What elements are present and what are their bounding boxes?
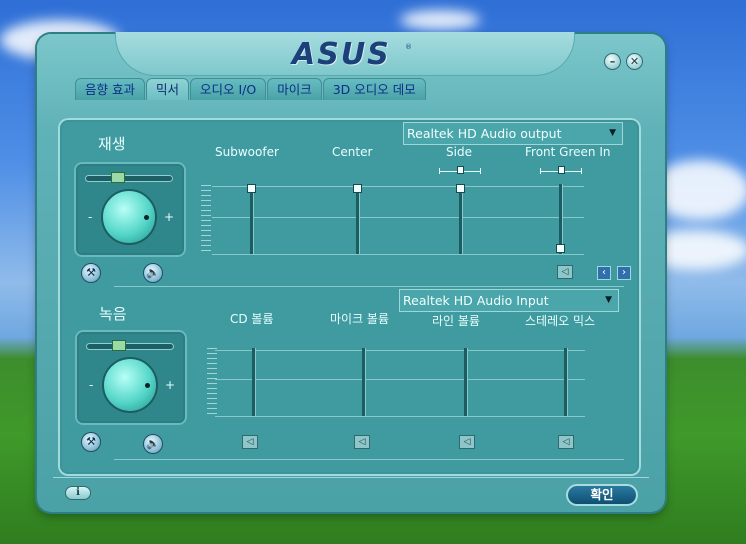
grid-line bbox=[212, 186, 584, 187]
playback-balance-thumb[interactable] bbox=[111, 172, 125, 183]
knob-minus-label: - bbox=[88, 210, 93, 224]
mixer-window: ASUS ® – ✕ 음향 효과 믹서 오디오 I/O 마이크 3D 오디오 데… bbox=[37, 32, 665, 512]
side-slider-thumb[interactable] bbox=[456, 184, 465, 193]
recording-device-select[interactable]: Realtek HD Audio Input ▼ bbox=[399, 289, 619, 312]
playback-device-value: Realtek HD Audio output bbox=[407, 126, 562, 141]
front-green-balance-thumb[interactable] bbox=[558, 166, 565, 174]
tab-microphone[interactable]: 마이크 bbox=[267, 78, 322, 100]
center-slider-thumb[interactable] bbox=[353, 184, 362, 193]
subwoofer-slider-thumb[interactable] bbox=[247, 184, 256, 193]
playback-balance-slider[interactable] bbox=[85, 175, 173, 182]
front-green-mute-icon[interactable]: ◁ bbox=[557, 265, 573, 279]
center-slider-track[interactable] bbox=[356, 184, 359, 254]
playback-master-box: - + bbox=[74, 162, 186, 257]
tab-mixer[interactable]: 믹서 bbox=[145, 78, 189, 100]
channel-label: 마이크 볼륨 bbox=[330, 312, 390, 326]
registered-mark: ® bbox=[405, 43, 412, 51]
chevron-down-icon: ▼ bbox=[609, 128, 616, 138]
recording-device-value: Realtek HD Audio Input bbox=[403, 293, 549, 308]
grid-line bbox=[215, 350, 585, 351]
mic-slider-track[interactable] bbox=[362, 348, 365, 416]
stereo-mix-slider-track[interactable] bbox=[564, 348, 567, 416]
playback-scale bbox=[201, 185, 211, 255]
channel-label: 스테레오 믹스 bbox=[525, 314, 596, 328]
recording-balance-slider[interactable] bbox=[86, 343, 174, 350]
playback-title: 재생 bbox=[98, 135, 126, 153]
grid-line bbox=[212, 217, 584, 218]
grid-line bbox=[215, 379, 585, 380]
scroll-left-icon[interactable]: ‹ bbox=[597, 266, 611, 280]
cd-mute-icon[interactable]: ◁ bbox=[242, 435, 258, 449]
side-slider-track[interactable] bbox=[459, 184, 462, 254]
chevron-down-icon: ▼ bbox=[605, 295, 612, 305]
section-divider bbox=[114, 286, 624, 287]
tab-3d-audio-demo[interactable]: 3D 오디오 데모 bbox=[322, 78, 426, 100]
playback-device-select[interactable]: Realtek HD Audio output ▼ bbox=[403, 122, 623, 145]
recording-master-volume-knob[interactable] bbox=[102, 357, 158, 413]
recording-speaker-icon[interactable]: 🔈 bbox=[143, 434, 163, 454]
cd-slider-track[interactable] bbox=[252, 348, 255, 416]
knob-plus-label: + bbox=[165, 378, 176, 392]
side-balance-thumb[interactable] bbox=[457, 166, 464, 174]
recording-wrench-icon[interactable]: ⚒ bbox=[81, 432, 101, 452]
recording-balance-thumb[interactable] bbox=[112, 340, 126, 351]
subwoofer-slider-track[interactable] bbox=[250, 184, 253, 254]
info-button[interactable]: i bbox=[65, 486, 91, 500]
playback-master-volume-knob[interactable] bbox=[101, 189, 157, 245]
channel-label: Center bbox=[332, 145, 373, 159]
footer-divider bbox=[53, 477, 649, 478]
section-divider bbox=[114, 459, 624, 460]
channel-label: Subwoofer bbox=[215, 145, 279, 159]
knob-minus-label: - bbox=[89, 378, 94, 392]
channel-label: CD 볼륨 bbox=[230, 312, 274, 326]
playback-wrench-icon[interactable]: ⚒ bbox=[81, 263, 101, 283]
stereo-mix-mute-icon[interactable]: ◁ bbox=[558, 435, 574, 449]
asus-logo: ASUS bbox=[292, 37, 391, 72]
channel-label: Side bbox=[446, 145, 472, 159]
tab-sound-effects[interactable]: 음향 효과 bbox=[75, 78, 145, 100]
scroll-right-icon[interactable]: › bbox=[617, 266, 631, 280]
minimize-button[interactable]: – bbox=[604, 53, 621, 70]
front-green-balance-slider[interactable] bbox=[540, 166, 582, 174]
channel-label: 라인 볼륨 bbox=[432, 314, 480, 328]
knob-indicator bbox=[145, 383, 150, 388]
mic-mute-icon[interactable]: ◁ bbox=[354, 435, 370, 449]
cloud-decoration bbox=[400, 10, 480, 30]
ok-button[interactable]: 확인 bbox=[566, 484, 638, 506]
grid-line bbox=[212, 254, 584, 255]
playback-speaker-icon[interactable]: 🔈 bbox=[143, 263, 163, 283]
front-green-slider-thumb[interactable] bbox=[556, 244, 565, 253]
grid-line bbox=[215, 416, 585, 417]
knob-indicator bbox=[144, 215, 149, 220]
recording-title: 녹음 bbox=[99, 305, 127, 323]
knob-plus-label: + bbox=[164, 210, 175, 224]
line-slider-track[interactable] bbox=[464, 348, 467, 416]
close-button[interactable]: ✕ bbox=[626, 53, 643, 70]
line-mute-icon[interactable]: ◁ bbox=[459, 435, 475, 449]
tab-audio-io[interactable]: 오디오 I/O bbox=[190, 78, 267, 100]
channel-label: Front Green In bbox=[525, 145, 611, 159]
recording-master-box: - + bbox=[75, 330, 187, 425]
recording-scale bbox=[207, 348, 217, 418]
tab-bar: 음향 효과 믹서 오디오 I/O 마이크 3D 오디오 데모 bbox=[75, 78, 427, 100]
side-balance-slider[interactable] bbox=[439, 166, 481, 174]
